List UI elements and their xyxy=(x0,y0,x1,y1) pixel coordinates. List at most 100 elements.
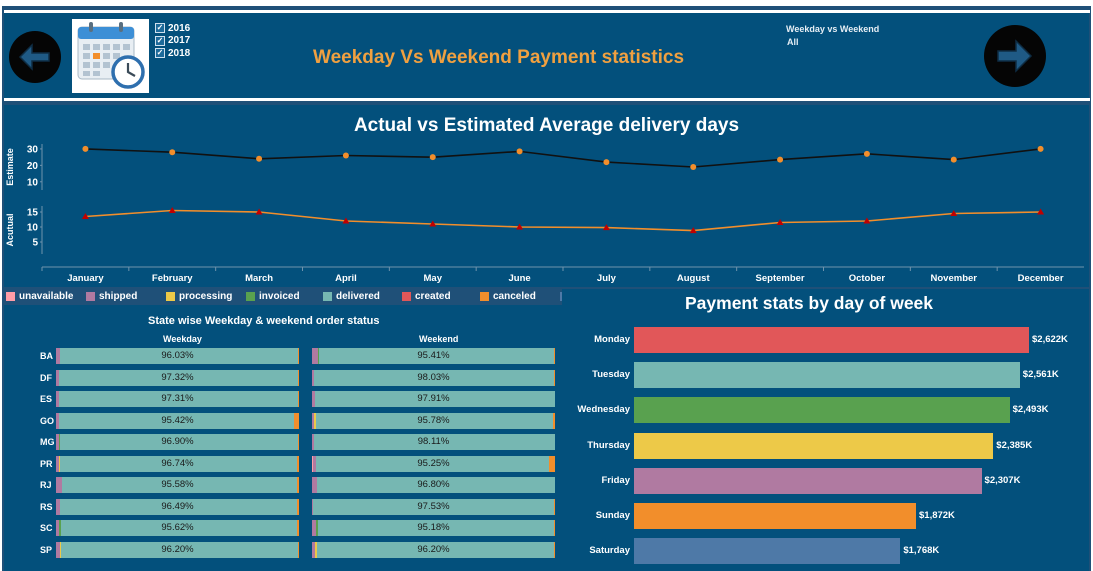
payment-bar[interactable] xyxy=(634,327,1029,353)
data-point[interactable] xyxy=(516,148,523,155)
legend-item[interactable]: processing xyxy=(166,291,232,302)
weekday-status-bar[interactable]: 95.42% xyxy=(56,412,299,429)
legend-label: delivered xyxy=(336,290,380,302)
page-title: Weekday Vs Weekend Payment statistics xyxy=(313,47,685,68)
weekend-status-bar[interactable]: 95.78% xyxy=(312,412,555,429)
delivery-days-line-chart: 10 20 30 Estimate 5 10 15 Acutual January Februar… xyxy=(5,144,1084,284)
weekday-status-bar[interactable]: 96.20% xyxy=(56,541,299,558)
x-tick-label: February xyxy=(152,273,193,284)
x-tick-label: January xyxy=(67,273,104,284)
state-label: BA xyxy=(40,351,53,361)
year-option[interactable]: ✓ 2017 xyxy=(155,35,190,48)
weekday-status-bar[interactable]: 95.62% xyxy=(56,520,299,537)
weekday-label: Thursday xyxy=(587,439,630,451)
data-point[interactable] xyxy=(169,149,176,156)
weekend-column-header: Weekend xyxy=(419,334,459,344)
year-filter: ✓ 2016 ✓ 2017 ✓ 2018 xyxy=(155,22,190,60)
weekend-status-bar[interactable]: 96.80% xyxy=(312,477,555,494)
previous-page-button[interactable] xyxy=(9,31,61,83)
data-point[interactable] xyxy=(429,154,436,161)
year-label: 2017 xyxy=(168,35,191,47)
payment-bar[interactable] xyxy=(634,397,1010,424)
legend-label: processing xyxy=(179,290,233,302)
payment-bar[interactable] xyxy=(634,467,982,494)
legend-label: unavailable xyxy=(19,290,74,302)
payment-value-label: $1,768K xyxy=(903,545,940,557)
weekday-label: Wednesday xyxy=(577,404,630,416)
payment-chart-title: Payment stats by day of week xyxy=(685,293,934,313)
x-tick-label: April xyxy=(335,273,357,284)
legend-item[interactable]: delivered xyxy=(323,291,380,302)
checkbox-icon: ✓ xyxy=(155,35,165,46)
weekend-status-bar[interactable]: 98.03% xyxy=(312,369,555,386)
payment-bar[interactable] xyxy=(634,503,916,529)
data-point[interactable] xyxy=(342,152,349,159)
data-point[interactable] xyxy=(777,156,784,163)
y-tick-label: 15 xyxy=(27,208,39,219)
weekday-status-bar[interactable]: 96.90% xyxy=(56,434,299,451)
calendar-image xyxy=(72,19,149,93)
weekday-label: Friday xyxy=(601,474,630,486)
state-label: RJ xyxy=(40,480,52,491)
legend-label: canceled xyxy=(493,290,536,302)
year-option[interactable]: ✓ 2016 xyxy=(155,22,190,35)
weekday-label: Sunday xyxy=(595,510,630,521)
delivered-percent-label: 95.25% xyxy=(417,457,450,469)
delivered-percent-label: 96.49% xyxy=(161,500,194,512)
legend-label: invoiced xyxy=(259,290,300,302)
legend-item[interactable]: invoiced xyxy=(246,291,300,302)
data-point[interactable] xyxy=(950,156,957,163)
weekday-status-bar[interactable]: 96.74% xyxy=(56,455,299,472)
legend-swatch xyxy=(323,291,332,301)
x-tick-label: July xyxy=(597,273,617,284)
delivered-percent-label: 95.58% xyxy=(161,479,194,491)
year-label: 2016 xyxy=(168,22,191,34)
header-top-divider xyxy=(4,10,1090,13)
checkbox-icon: ✓ xyxy=(155,48,165,59)
data-point[interactable] xyxy=(1037,145,1044,152)
payment-value-label: $2,385K xyxy=(996,439,1033,451)
checkbox-icon: ✓ xyxy=(155,23,165,34)
payment-value-label: $1,872K xyxy=(919,510,955,521)
delivered-percent-label: 96.90% xyxy=(161,436,194,448)
data-point[interactable] xyxy=(82,145,89,152)
delivered-percent-label: 95.62% xyxy=(161,522,194,534)
delivered-percent-label: 96.80% xyxy=(417,479,450,491)
weekend-status-bar[interactable]: 98.11% xyxy=(312,434,555,451)
weekend-status-bar[interactable]: 95.18% xyxy=(312,520,555,537)
payment-bar[interactable] xyxy=(634,432,994,459)
legend-swatch xyxy=(86,291,95,301)
delivered-percent-label: 97.32% xyxy=(161,371,194,383)
legend-item[interactable]: canceled xyxy=(480,291,536,302)
payment-bar[interactable] xyxy=(634,362,1020,389)
next-page-button[interactable] xyxy=(984,25,1046,87)
weekday-status-bar[interactable]: 97.32% xyxy=(56,369,299,386)
weekday-filter-value[interactable]: All xyxy=(787,37,799,47)
data-point[interactable] xyxy=(690,164,697,170)
legend-item[interactable]: created xyxy=(402,291,451,302)
weekday-status-bar[interactable]: 97.31% xyxy=(56,391,299,408)
data-point[interactable] xyxy=(603,159,610,166)
series-line xyxy=(85,209,1041,232)
weekend-status-bar[interactable]: 96.20% xyxy=(312,541,555,558)
arrow-right-icon xyxy=(997,39,1033,73)
weekday-filter-title: Weekday vs Weekend xyxy=(786,24,880,34)
weekday-status-bar[interactable]: 96.03% xyxy=(56,348,299,364)
weekend-status-bar[interactable]: 97.91% xyxy=(312,391,555,408)
weekend-status-bar[interactable]: 95.25% xyxy=(312,455,555,472)
weekday-status-bar[interactable]: 96.49% xyxy=(56,498,299,515)
delivered-percent-label: 95.42% xyxy=(161,414,194,426)
weekend-status-bar[interactable]: 95.41% xyxy=(312,348,555,364)
weekend-status-bar[interactable]: 97.53% xyxy=(312,498,555,515)
payment-bar[interactable] xyxy=(634,538,901,565)
y-axis-label: Acutual xyxy=(5,213,15,246)
state-label: GO xyxy=(40,415,55,426)
weekday-label: Tuesday xyxy=(592,369,630,381)
legend-item[interactable]: unavailable xyxy=(6,291,73,302)
data-point[interactable] xyxy=(256,155,263,162)
legend-item[interactable]: shipped xyxy=(86,291,137,302)
legend-swatch xyxy=(246,291,255,301)
data-point[interactable] xyxy=(863,150,870,157)
weekday-status-bar[interactable]: 95.58% xyxy=(56,477,299,494)
year-option[interactable]: ✓ 2018 xyxy=(155,47,190,60)
